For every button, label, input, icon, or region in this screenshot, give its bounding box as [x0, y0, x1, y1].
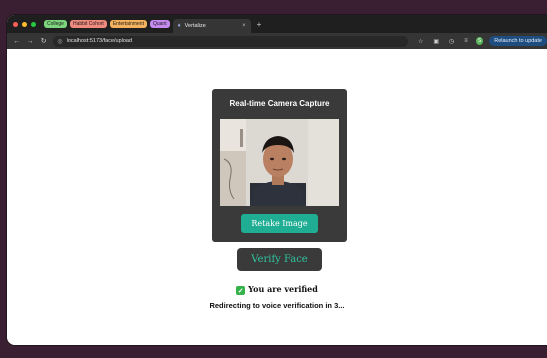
tab-group-entertainment[interactable]: Entertainment — [109, 20, 147, 28]
retake-image-button[interactable]: Retake Image — [241, 214, 318, 233]
browser-toolbar: ← → ↻ ◎ localhost:5173/face/upload ☆ ▣ ◷… — [7, 33, 547, 49]
tab-title: Vertalize — [184, 23, 206, 29]
redirect-message: Redirecting to voice verification in 3..… — [209, 301, 345, 310]
tab-group-quant[interactable]: Quant — [149, 20, 170, 28]
forward-arrow-icon[interactable]: → — [26, 38, 34, 45]
new-tab-button[interactable]: + — [257, 20, 262, 29]
reload-icon[interactable]: ↻ — [40, 37, 47, 45]
minimize-window-button[interactable] — [22, 21, 27, 27]
browser-window: College Habbit Cohort Entertainment Quan… — [7, 15, 547, 345]
check-icon: ✓ — [236, 286, 246, 295]
tab-strip: College Habbit Cohort Entertainment Quan… — [7, 15, 547, 33]
history-icon[interactable]: ◷ — [449, 38, 454, 45]
camera-capture-card: Real-time Camera Capture Retake Image — [212, 89, 347, 242]
camera-preview — [220, 119, 339, 206]
favicon-icon: ♦ — [177, 23, 181, 29]
avatar[interactable]: S — [475, 37, 484, 45]
close-window-button[interactable] — [13, 21, 18, 27]
address-bar[interactable]: ◎ localhost:5173/face/upload — [53, 35, 408, 47]
page-content: Real-time Camera Capture Retake Image Ve… — [7, 49, 547, 345]
verification-status: ✓ You are verified — [7, 284, 547, 295]
site-info-icon[interactable]: ◎ — [57, 38, 62, 45]
captured-face-image — [220, 119, 339, 206]
relaunch-to-update-button[interactable]: Relaunch to update — [489, 36, 547, 46]
puzzle-icon[interactable]: ▣ — [433, 38, 439, 45]
card-title: Real-time Camera Capture — [229, 99, 330, 108]
media-icon[interactable]: ≡ — [464, 38, 468, 44]
star-icon[interactable]: ☆ — [418, 38, 423, 45]
tab-group-habbit-cohort[interactable]: Habbit Cohort — [69, 20, 107, 28]
maximize-window-button[interactable] — [31, 21, 36, 27]
verified-text: You are verified — [248, 284, 318, 294]
tab-vertalize[interactable]: ♦ Vertalize × — [172, 19, 251, 33]
tab-group-college[interactable]: College — [44, 20, 67, 28]
window-controls — [13, 21, 36, 27]
close-tab-icon[interactable]: × — [242, 23, 246, 29]
url-text[interactable]: localhost:5173/face/upload — [67, 38, 132, 44]
verify-face-button[interactable]: Verify Face — [237, 248, 322, 271]
back-arrow-icon[interactable]: ← — [13, 38, 20, 45]
